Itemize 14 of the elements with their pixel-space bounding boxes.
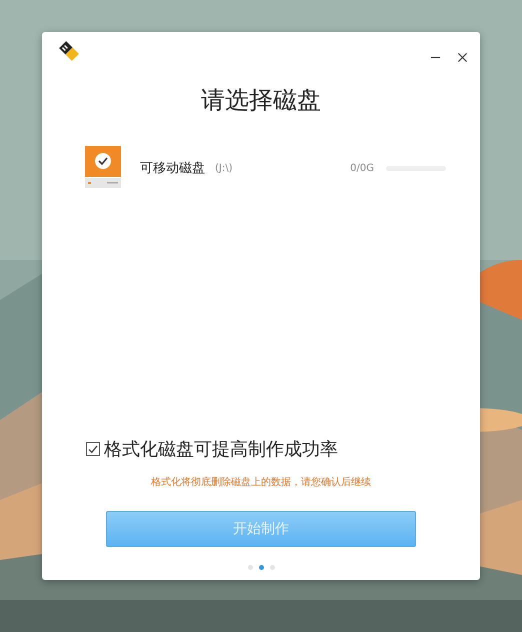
page-dot[interactable] xyxy=(248,565,252,570)
drive-letter: (J:\) xyxy=(215,162,232,174)
checkbox[interactable] xyxy=(86,442,100,456)
page-dot[interactable] xyxy=(270,565,274,570)
disk-icon[interactable] xyxy=(85,146,121,190)
disk-name: 可移动磁盘 xyxy=(140,160,205,177)
start-button[interactable]: 开始制作 xyxy=(106,511,416,547)
disk-capacity: 0/0G xyxy=(350,162,374,174)
usb-drive-icon xyxy=(58,40,80,62)
close-icon[interactable] xyxy=(457,52,468,63)
format-option-label: 格式化磁盘可提高制作成功率 xyxy=(104,438,338,461)
warning-text: 格式化将彻底删除磁盘上的数据，请您确认后继续 xyxy=(150,476,372,489)
dialog-title: 请选择磁盘 xyxy=(200,85,322,116)
page-dot[interactable] xyxy=(258,565,264,570)
